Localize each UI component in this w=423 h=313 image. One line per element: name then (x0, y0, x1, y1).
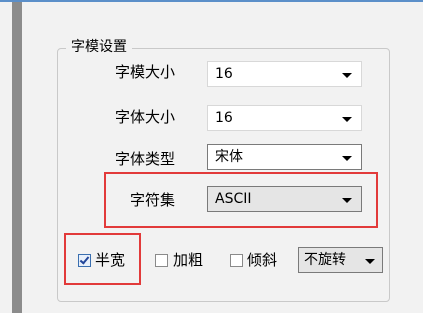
rotation-value: 不旋转 (304, 252, 346, 268)
font-size-label: 字体大小 (115, 108, 176, 126)
chevron-down-icon (365, 259, 375, 264)
rotation-combo[interactable]: 不旋转 (298, 247, 383, 273)
half-width-label: 半宽 (95, 251, 126, 269)
chevron-down-icon (342, 156, 352, 161)
font-size-value: 16 (215, 110, 233, 126)
font-type-value: 宋体 (215, 149, 243, 165)
chevron-down-icon (342, 117, 352, 122)
chevron-down-icon (342, 73, 352, 78)
font-size-template-value: 16 (215, 66, 233, 82)
group-title: 字模设置 (66, 38, 132, 56)
bold-checkbox[interactable] (155, 254, 168, 267)
checkmark-icon (79, 254, 90, 265)
bold-label: 加粗 (173, 251, 204, 269)
italic-checkbox[interactable] (230, 254, 243, 267)
charset-label: 字符集 (130, 191, 176, 209)
font-size-template-combo[interactable]: 16 (207, 61, 362, 87)
font-size-combo[interactable]: 16 (207, 105, 362, 131)
left-panel-edge (12, 2, 22, 313)
font-type-combo[interactable]: 宋体 (207, 144, 362, 170)
charset-value: ASCII (215, 191, 252, 207)
font-type-label: 字体类型 (115, 150, 176, 168)
charset-combo[interactable]: ASCII (207, 186, 362, 212)
top-border-line (0, 0, 423, 2)
half-width-checkbox[interactable] (78, 254, 91, 267)
font-size-template-label: 字模大小 (115, 63, 176, 81)
italic-label: 倾斜 (247, 251, 278, 269)
chevron-down-icon (342, 198, 352, 203)
